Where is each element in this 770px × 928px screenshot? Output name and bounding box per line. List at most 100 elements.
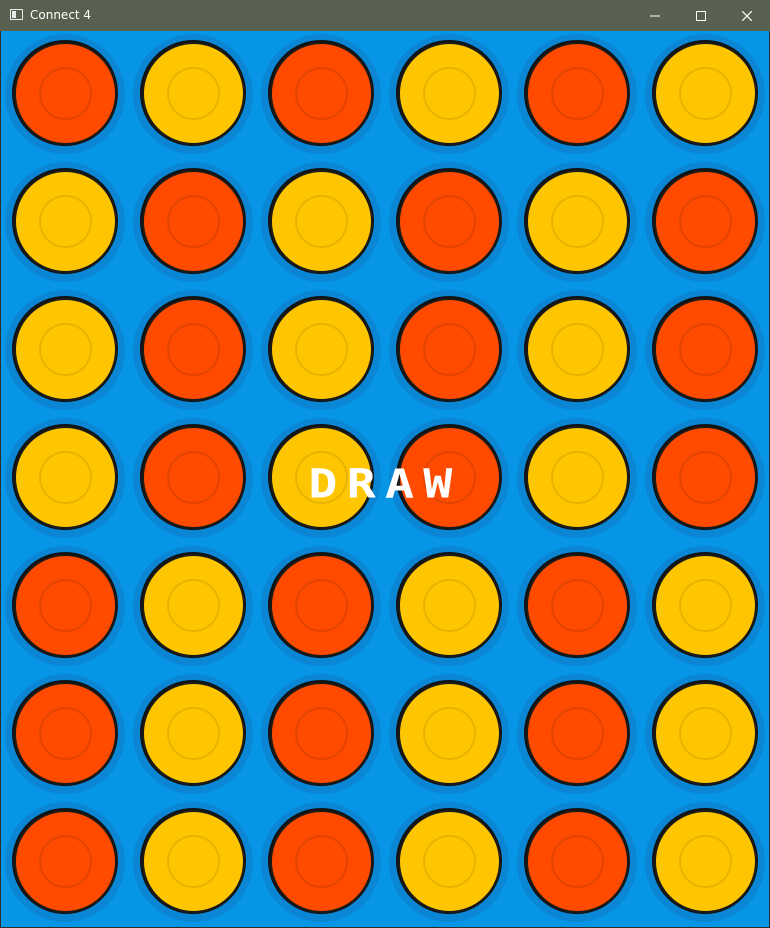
disc-inner-ring [679,707,732,760]
board-cell[interactable] [641,671,769,799]
board-cell[interactable] [385,671,513,799]
board-cell[interactable] [385,31,513,159]
yellow-disc [654,42,757,145]
board-cell[interactable] [385,543,513,671]
disc-inner-ring [679,67,732,120]
window-title: Connect 4 [30,8,92,22]
board-cell[interactable] [513,799,641,927]
board-cell[interactable] [513,671,641,799]
board-cell[interactable] [1,671,129,799]
disc-inner-ring [167,323,220,376]
board-cell[interactable] [641,287,769,415]
close-button[interactable] [724,0,770,31]
disc-inner-ring [167,451,220,504]
disc-inner-ring [39,67,92,120]
red-disc [14,554,117,657]
red-disc [526,810,629,913]
yellow-disc [654,810,757,913]
yellow-disc [398,554,501,657]
board-cell[interactable] [257,671,385,799]
disc-inner-ring [551,67,604,120]
yellow-disc [398,42,501,145]
disc-inner-ring [167,195,220,248]
disc-inner-ring [679,323,732,376]
yellow-disc [142,810,245,913]
board-cell[interactable] [641,543,769,671]
minimize-button[interactable] [632,0,678,31]
board-cell[interactable] [257,159,385,287]
disc-inner-ring [679,579,732,632]
red-disc [14,42,117,145]
yellow-disc [526,170,629,273]
board-cell[interactable] [129,415,257,543]
board-cell[interactable] [1,543,129,671]
board-cell[interactable] [641,415,769,543]
maximize-button[interactable] [678,0,724,31]
red-disc [398,298,501,401]
board-cell[interactable] [257,287,385,415]
board-cell[interactable] [513,159,641,287]
disc-inner-ring [167,835,220,888]
disc-inner-ring [679,451,732,504]
red-disc [654,426,757,529]
board-cell[interactable] [1,31,129,159]
disc-inner-ring [39,323,92,376]
board-cell[interactable] [513,415,641,543]
board-cell[interactable] [385,159,513,287]
board-cell[interactable] [129,671,257,799]
board-cell[interactable] [129,31,257,159]
disc-inner-ring [39,579,92,632]
close-icon [742,10,752,21]
board-cell[interactable] [641,799,769,927]
board-cell[interactable] [1,799,129,927]
disc-inner-ring [551,707,604,760]
minimize-icon [650,15,660,16]
red-disc [526,554,629,657]
board-cell[interactable] [129,287,257,415]
board-cell[interactable] [1,159,129,287]
board-cell[interactable] [1,415,129,543]
red-disc [270,554,373,657]
board-cell[interactable] [257,31,385,159]
board-cell[interactable] [1,287,129,415]
board-cell[interactable] [513,31,641,159]
board-cell[interactable] [641,31,769,159]
disc-inner-ring [39,451,92,504]
disc-inner-ring [423,835,476,888]
yellow-disc [14,298,117,401]
board-cell[interactable] [513,543,641,671]
board-cell[interactable] [257,543,385,671]
yellow-disc [526,426,629,529]
yellow-disc [654,682,757,785]
board-cell[interactable] [513,287,641,415]
board-cell[interactable] [129,159,257,287]
yellow-disc [654,554,757,657]
board-cell[interactable] [385,287,513,415]
red-disc [142,426,245,529]
game-result-text: DRAW [308,460,462,507]
disc-inner-ring [39,707,92,760]
yellow-disc [270,298,373,401]
board-cell[interactable] [641,159,769,287]
yellow-disc [142,42,245,145]
yellow-disc [398,682,501,785]
disc-inner-ring [679,195,732,248]
app-window-icon [10,9,23,20]
red-disc [654,170,757,273]
board-cell[interactable] [385,799,513,927]
window-titlebar[interactable]: Connect 4 [0,0,770,31]
red-disc [270,810,373,913]
disc-inner-ring [679,835,732,888]
game-board[interactable]: DRAW [1,31,769,927]
disc-inner-ring [423,67,476,120]
board-cell[interactable] [129,543,257,671]
red-disc [142,298,245,401]
disc-inner-ring [551,323,604,376]
disc-inner-ring [551,451,604,504]
board-cell[interactable] [129,799,257,927]
disc-inner-ring [295,835,348,888]
disc-inner-ring [423,707,476,760]
yellow-disc [270,170,373,273]
board-cell[interactable] [257,799,385,927]
disc-inner-ring [167,67,220,120]
